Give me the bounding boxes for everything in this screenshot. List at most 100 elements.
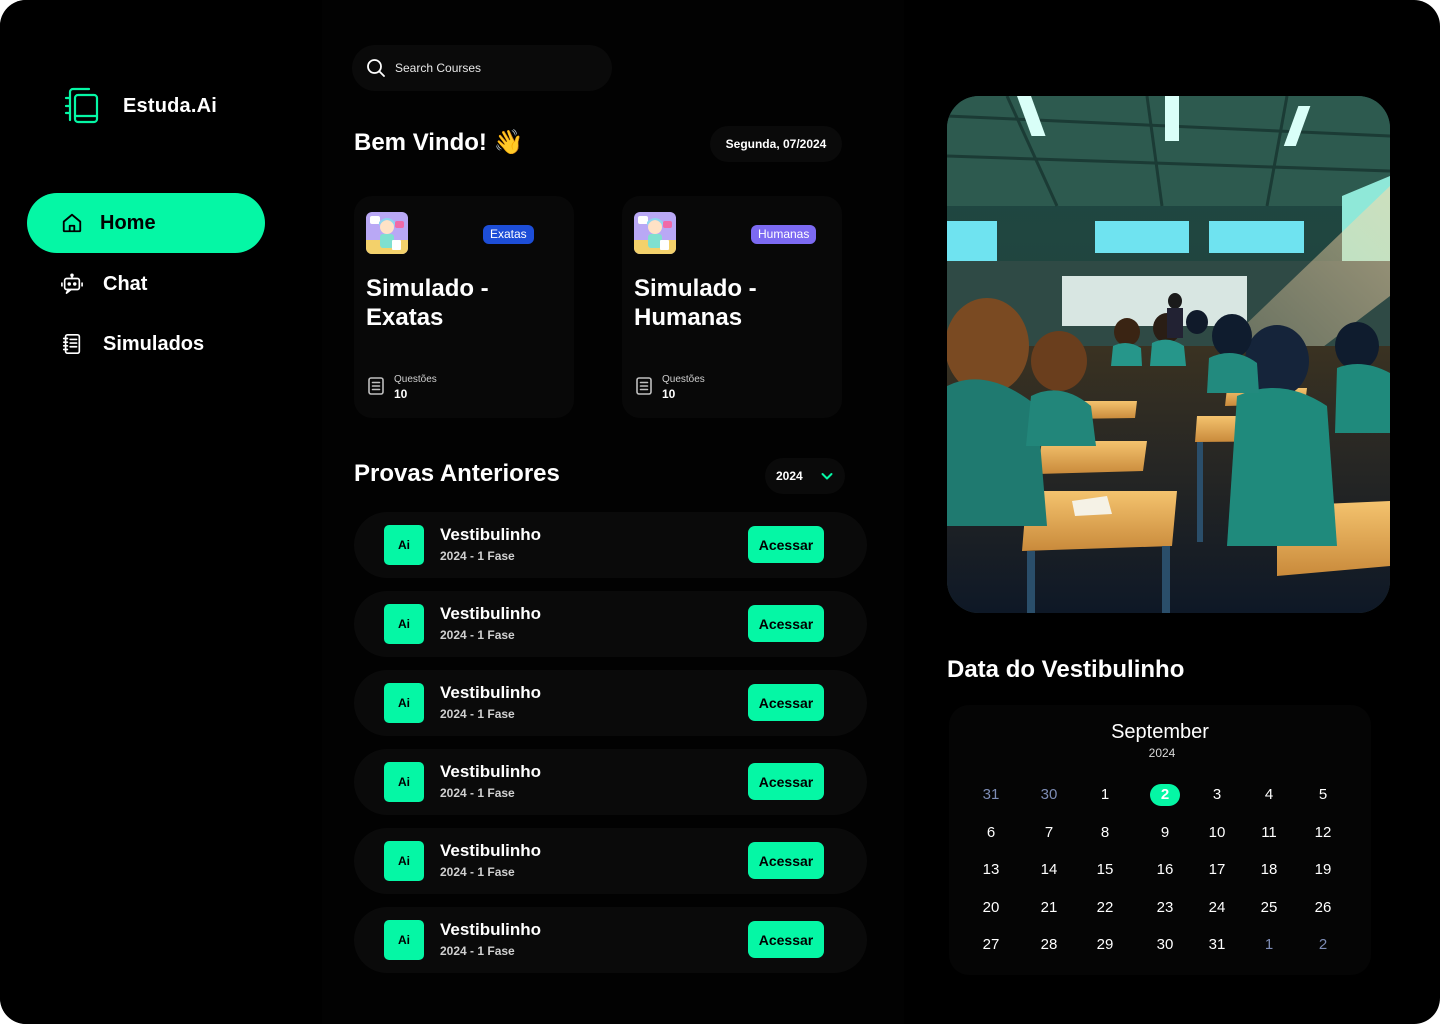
- current-date-badge: Segunda, 07/2024: [710, 126, 842, 162]
- calendar-section-title: Data do Vestibulinho: [947, 656, 1185, 683]
- access-button[interactable]: Acessar: [748, 605, 824, 642]
- ai-badge-icon: Ai: [384, 920, 424, 960]
- calendar-day[interactable]: 14: [1034, 859, 1064, 881]
- calendar-day[interactable]: 16: [1150, 859, 1180, 881]
- search-bar[interactable]: [352, 45, 612, 91]
- category-tag: Exatas: [483, 225, 534, 244]
- calendar-day[interactable]: 29: [1090, 934, 1120, 956]
- welcome-title: Bem Vindo! 👋: [354, 129, 524, 156]
- year-select-value: 2024: [776, 469, 803, 483]
- calendar-day[interactable]: 9: [1150, 822, 1180, 844]
- ai-badge-icon: Ai: [384, 525, 424, 565]
- card-title: Simulado - Exatas: [366, 275, 489, 331]
- calendar-widget: September 2024 31 30 1 2 3 4 5 6 7 8 9 10 11 12 13 14 15…: [949, 705, 1371, 975]
- sidebar-item-home[interactable]: Home: [27, 193, 265, 253]
- calendar-day[interactable]: 30: [1034, 784, 1064, 806]
- calendar-day[interactable]: 31: [1202, 934, 1232, 956]
- course-thumbnail: [634, 212, 676, 254]
- exam-subtitle: 2024 - 1 Fase: [440, 628, 515, 642]
- exam-list-item: Ai Vestibulinho 2024 - 1 Fase Acessar: [354, 670, 867, 736]
- sidebar-item-chat[interactable]: Chat: [27, 254, 265, 314]
- exam-title: Vestibulinho: [440, 920, 542, 939]
- search-input[interactable]: [395, 61, 595, 75]
- calendar-day[interactable]: 4: [1254, 784, 1284, 806]
- calendar-day-selected[interactable]: 2: [1150, 784, 1180, 806]
- access-button[interactable]: Acessar: [748, 842, 824, 879]
- year-select[interactable]: 2024: [765, 458, 845, 494]
- calendar-day[interactable]: 20: [976, 897, 1006, 919]
- ai-badge-icon: Ai: [384, 762, 424, 802]
- app-name: Estuda.Ai: [123, 94, 218, 117]
- calendar-day[interactable]: 27: [976, 934, 1006, 956]
- exam-title: Vestibulinho: [440, 604, 542, 623]
- exam-subtitle: 2024 - 1 Fase: [440, 707, 515, 721]
- access-button[interactable]: Acessar: [748, 526, 824, 563]
- calendar-day[interactable]: 26: [1308, 897, 1338, 919]
- access-button[interactable]: Acessar: [748, 684, 824, 721]
- sidebar-item-label: Home: [100, 211, 156, 234]
- exam-title: Vestibulinho: [440, 762, 542, 781]
- chevron-down-icon: [821, 473, 833, 480]
- calendar-day[interactable]: 19: [1308, 859, 1338, 881]
- exam-list-item: Ai Vestibulinho 2024 - 1 Fase Acessar: [354, 828, 867, 894]
- calendar-day[interactable]: 21: [1034, 897, 1064, 919]
- book-logo-icon: [64, 87, 99, 124]
- questions-icon: [636, 377, 652, 395]
- exam-subtitle: 2024 - 1 Fase: [440, 786, 515, 800]
- calendar-day[interactable]: 2: [1308, 934, 1338, 956]
- calendar-day[interactable]: 30: [1150, 934, 1180, 956]
- calendar-month: September: [1111, 721, 1209, 743]
- ai-badge-icon: Ai: [384, 683, 424, 723]
- exam-list-item: Ai Vestibulinho 2024 - 1 Fase Acessar: [354, 749, 867, 815]
- exam-list-item: Ai Vestibulinho 2024 - 1 Fase Acessar: [354, 591, 867, 657]
- questions-count: 10: [662, 387, 676, 401]
- calendar-day[interactable]: 12: [1308, 822, 1338, 844]
- notebook-icon: [62, 334, 81, 354]
- calendar-year: 2024: [1148, 746, 1176, 760]
- ai-badge-icon: Ai: [384, 604, 424, 644]
- calendar-day[interactable]: 5: [1308, 784, 1338, 806]
- logo[interactable]: Estuda.Ai: [62, 86, 217, 126]
- access-button[interactable]: Acessar: [748, 763, 824, 800]
- questions-label: Questões: [394, 374, 437, 385]
- exam-title: Vestibulinho: [440, 525, 542, 544]
- calendar-day[interactable]: 1: [1254, 934, 1284, 956]
- calendar-day[interactable]: 3: [1202, 784, 1232, 806]
- exam-list-item: Ai Vestibulinho 2024 - 1 Fase Acessar: [354, 907, 867, 973]
- exam-list-item: Ai Vestibulinho 2024 - 1 Fase Acessar: [354, 512, 867, 578]
- calendar-day[interactable]: 11: [1254, 822, 1284, 844]
- calendar-day[interactable]: 6: [976, 822, 1006, 844]
- simulado-card-exatas[interactable]: Exatas Simulado - Exatas Questões 10: [354, 196, 574, 418]
- exam-title: Vestibulinho: [440, 683, 542, 702]
- home-icon: [62, 213, 82, 233]
- previous-exams-title: Provas Anteriores: [354, 460, 560, 487]
- calendar-day[interactable]: 17: [1202, 859, 1232, 881]
- sidebar-item-label: Chat: [103, 272, 148, 295]
- exam-subtitle: 2024 - 1 Fase: [440, 549, 515, 563]
- calendar-day[interactable]: 1: [1090, 784, 1120, 806]
- calendar-day[interactable]: 24: [1202, 897, 1232, 919]
- app-window: Estuda.Ai Home Chat Simulados Search Cou…: [0, 0, 1440, 1024]
- calendar-day[interactable]: 23: [1150, 897, 1180, 919]
- exam-subtitle: 2024 - 1 Fase: [440, 865, 515, 879]
- simulado-card-humanas[interactable]: Humanas Simulado - Humanas Questões 10: [622, 196, 842, 418]
- calendar-day[interactable]: 13: [976, 859, 1006, 881]
- calendar-day[interactable]: 7: [1034, 822, 1064, 844]
- category-tag: Humanas: [751, 225, 817, 244]
- calendar-day[interactable]: 15: [1090, 859, 1120, 881]
- calendar-day[interactable]: 18: [1254, 859, 1284, 881]
- calendar-day[interactable]: 8: [1090, 822, 1120, 844]
- questions-label: Questões: [662, 374, 705, 385]
- questions-count: 10: [394, 387, 408, 401]
- questions-icon: [368, 377, 384, 395]
- calendar-day[interactable]: 31: [976, 784, 1006, 806]
- calendar-day[interactable]: 28: [1034, 934, 1064, 956]
- calendar-day[interactable]: 22: [1090, 897, 1120, 919]
- search-icon: [367, 59, 385, 77]
- sidebar-item-simulados[interactable]: Simulados: [27, 314, 265, 374]
- access-button[interactable]: Acessar: [748, 921, 824, 958]
- main-content: Bem Vindo! 👋 Segunda, 07/2024 Exatas Sim…: [322, 0, 904, 1024]
- calendar-day[interactable]: 25: [1254, 897, 1284, 919]
- calendar-day[interactable]: 10: [1202, 822, 1232, 844]
- classroom-illustration: [947, 96, 1390, 613]
